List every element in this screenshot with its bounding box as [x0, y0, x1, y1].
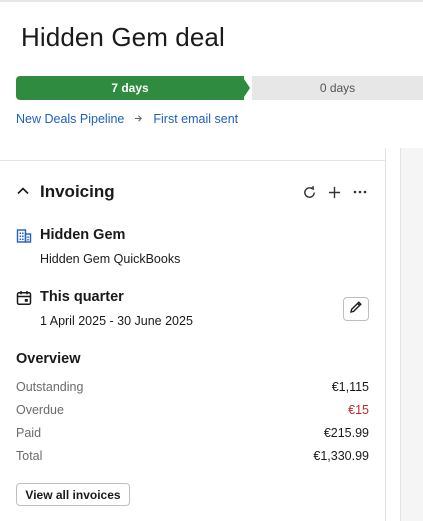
overview-value: €1,115	[331, 380, 369, 394]
overview-label: Overdue	[16, 403, 64, 417]
overview-value: €215.99	[323, 426, 369, 440]
overview-label: Paid	[16, 426, 42, 440]
breadcrumb: New Deals Pipeline First email sent	[16, 112, 238, 126]
arrow-right-icon	[134, 112, 143, 126]
overview-row-paid: Paid €215.99	[16, 426, 369, 442]
deal-title: Hidden Gem deal	[21, 22, 225, 52]
more-icon[interactable]	[351, 183, 368, 201]
refresh-icon[interactable]	[301, 183, 318, 201]
period-title: This quarter	[40, 289, 124, 305]
overview-label: Outstanding	[16, 380, 84, 394]
stage-arrow	[242, 76, 250, 100]
overview-row-outstanding: Outstanding €1,115	[16, 380, 369, 396]
integration-name: Hidden Gem QuickBooks	[40, 252, 181, 266]
plus-icon[interactable]	[326, 183, 343, 201]
stage-current[interactable]: 7 days	[16, 76, 244, 100]
organization-name[interactable]: Hidden Gem	[40, 227, 125, 243]
breadcrumb-pipeline-link[interactable]: New Deals Pipeline	[16, 112, 124, 126]
right-pane	[400, 148, 423, 521]
overview-label: Total	[16, 449, 43, 463]
period-range: 1 April 2025 - 30 June 2025	[40, 314, 193, 328]
pencil-icon	[349, 300, 363, 319]
breadcrumb-stage-link[interactable]: First email sent	[153, 112, 238, 126]
divider	[0, 160, 385, 161]
pipeline-progress: 7 days 0 days	[16, 76, 423, 100]
chevron-up-icon[interactable]	[16, 184, 30, 203]
view-all-invoices-button[interactable]: View all invoices	[16, 483, 130, 506]
overview-title: Overview	[16, 351, 81, 367]
calendar-icon	[16, 290, 32, 311]
overview-row-overdue: Overdue €15	[16, 403, 369, 419]
overview-row-total: Total €1,330.99	[16, 449, 369, 465]
invoicing-header: Invoicing	[16, 180, 368, 204]
overview-value: €15	[348, 403, 369, 417]
panel-border	[385, 148, 386, 521]
edit-period-button[interactable]	[343, 297, 369, 321]
building-icon	[16, 228, 32, 249]
invoicing-title: Invoicing	[40, 182, 115, 201]
top-border	[0, 0, 423, 2]
stage-upcoming[interactable]: 0 days	[252, 76, 423, 100]
overview-value: €1,330.99	[313, 449, 369, 463]
